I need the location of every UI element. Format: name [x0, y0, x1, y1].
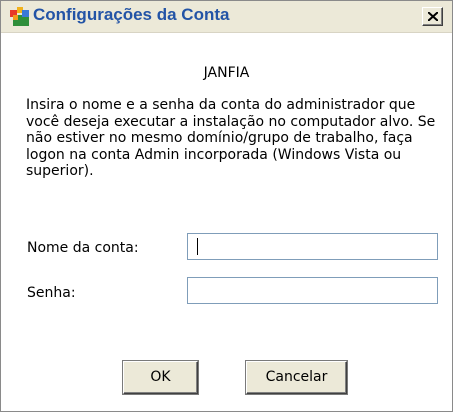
app-icon [10, 7, 29, 26]
window-title: Configurações da Conta [33, 5, 230, 24]
text-caret [197, 238, 198, 255]
cancel-button[interactable]: Cancelar [246, 361, 347, 394]
account-settings-dialog: Configurações da Conta JANFIA Insira o n… [0, 0, 453, 412]
close-button[interactable] [422, 7, 443, 26]
password-input[interactable] [187, 277, 438, 304]
ok-button[interactable]: OK [123, 361, 198, 394]
account-name-input[interactable] [187, 233, 438, 260]
password-label: Senha: [27, 285, 76, 301]
account-name-label: Nome da conta: [27, 240, 139, 256]
instructions-text: Insira o nome e a senha da conta do admi… [26, 97, 436, 179]
close-icon [428, 12, 438, 21]
title-bar[interactable]: Configurações da Conta [1, 1, 452, 33]
computer-name-heading: JANFIA [203, 65, 250, 81]
